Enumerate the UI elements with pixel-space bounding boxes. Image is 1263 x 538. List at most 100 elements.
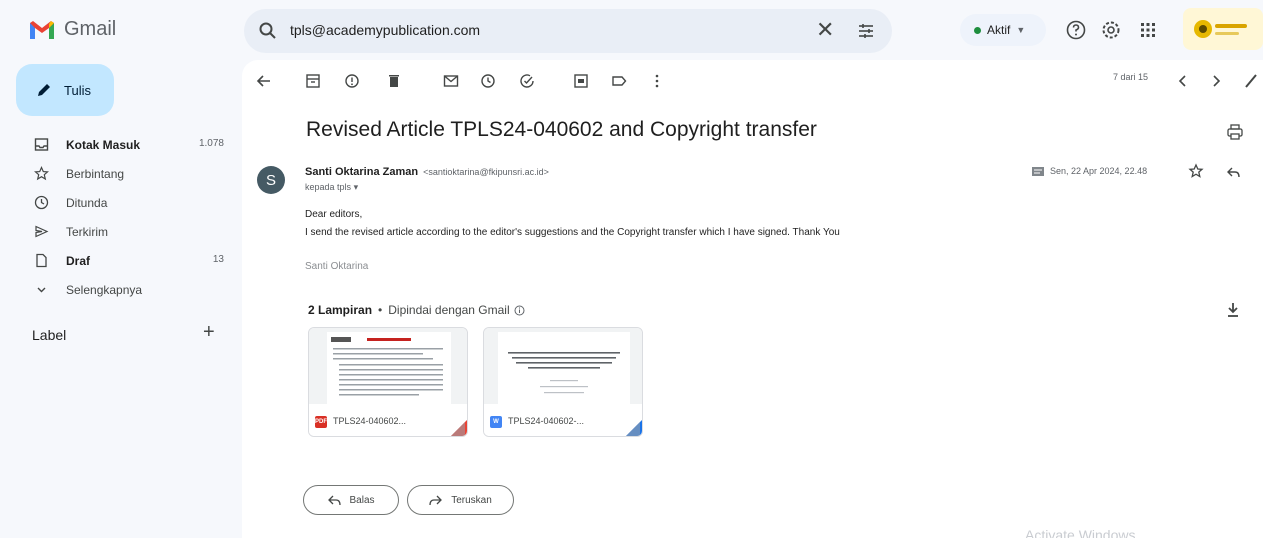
email-body-text: I send the revised article according to … [305,227,840,238]
sidebar-item-label: Kotak Masuk [66,137,141,152]
inbox-icon [34,138,49,151]
sidebar-item-more[interactable]: Selengkapnya [0,278,240,301]
move-to-icon[interactable] [572,72,590,90]
reply-icon[interactable] [1225,164,1241,180]
status-dot [974,26,981,34]
sender-info: Santi Oktarina Zaman <santioktarina@fkip… [305,166,549,178]
sidebar-item-label: Ditunda [66,195,108,210]
sidebar-item-label: Selengkapnya [66,282,143,297]
help-icon[interactable] [1065,19,1087,41]
date-text: Sen, 22 Apr 2024, 22.48 [1050,166,1148,176]
forward-button[interactable]: Teruskan [407,485,514,515]
star-icon [34,166,49,181]
expand-icon[interactable] [1243,72,1259,90]
label-icon[interactable] [610,72,628,90]
sidebar-item-label: Draf [66,253,91,268]
attachment-file-name: TPLS24-040602-... [508,416,585,426]
clear-search-icon[interactable]: ✕ [816,18,834,42]
clock-icon [34,195,49,210]
attachment-footer: PDF TPLS24-040602... [309,404,467,436]
pagination-text: 7 dari 15 [1113,72,1149,82]
document-thumbnail-icon [327,332,451,404]
compose-button[interactable]: Tulis [16,64,114,116]
attachment-indicator-icon [1032,166,1044,176]
archive-icon[interactable] [304,72,322,90]
activate-windows-watermark: Activate Windows [1025,527,1136,538]
recipient-details[interactable]: kepada tpls ▾ [305,182,358,193]
attachments-header: 2 Lampiran • Dipindai dengan Gmail [308,303,525,317]
attachment-card-doc[interactable]: W TPLS24-040602-... [483,327,643,437]
sender-email: <santioktarina@fkipunsri.ac.id> [423,167,549,177]
email-subject: Revised Article TPLS24-040602 and Copyri… [306,118,817,141]
gmail-logo[interactable]: Gmail [28,18,116,41]
send-icon [35,225,49,238]
sidebar-item-label: Terkirim [66,224,108,239]
sidebar-nav: Kotak Masuk 1.078 Berbintang Ditunda Ter… [0,133,240,307]
account-logo-icon [1194,20,1247,38]
compose-label: Tulis [64,82,91,98]
recipient-label: kepada tpls [305,182,352,192]
sender-avatar[interactable]: S [257,166,285,194]
app-name: Gmail [64,18,117,40]
delete-icon[interactable] [385,72,403,90]
attachment-preview [484,328,642,404]
email-body-greeting: Dear editors, [305,209,363,220]
scanned-label: Dipindai dengan Gmail [388,303,510,317]
gmail-logo-icon [30,20,54,39]
search-options-icon[interactable] [856,21,876,41]
newer-chevron-icon[interactable] [1174,72,1192,90]
sidebar-item-inbox[interactable]: Kotak Masuk 1.078 [0,133,240,156]
add-label-button[interactable]: + [203,322,215,342]
snooze-icon[interactable] [479,72,497,90]
sidebar-item-sent[interactable]: Terkirim [0,220,240,243]
settings-icon[interactable] [1100,19,1122,41]
chevron-down-icon: ▼ [1016,25,1026,35]
sidebar-item-starred[interactable]: Berbintang [0,162,240,185]
add-task-icon[interactable] [518,72,536,90]
word-file-icon: W [490,416,502,428]
account-avatar[interactable] [1183,8,1263,50]
separator: • [378,303,383,317]
sidebar-item-snoozed[interactable]: Ditunda [0,191,240,214]
search-input[interactable]: tpls@academypublication.com [290,22,480,38]
unread-count: 1.078 [198,138,224,149]
attachment-card-pdf[interactable]: PDF TPLS24-040602... [308,327,468,437]
attachment-preview [309,328,467,404]
info-icon[interactable] [514,305,525,316]
reply-icon [328,495,342,506]
pencil-icon [38,84,50,96]
sender-name[interactable]: Santi Oktarina Zaman [305,166,418,178]
back-arrow-icon[interactable] [255,72,273,90]
forward-icon [429,495,443,506]
draft-count: 13 [212,254,224,265]
more-options-icon[interactable] [648,72,666,90]
download-all-icon[interactable] [1226,302,1240,318]
print-icon[interactable] [1226,123,1244,141]
caret-down-icon: ▾ [353,182,359,192]
labels-heading: Label [32,327,67,343]
mark-unread-icon[interactable] [442,72,460,90]
draft-icon [36,253,47,268]
email-signature: Santi Oktarina [305,261,369,272]
older-chevron-icon[interactable] [1207,72,1225,90]
reply-button[interactable]: Balas [303,485,399,515]
report-spam-icon[interactable] [343,72,361,90]
sidebar-item-drafts[interactable]: Draf 13 [0,249,240,272]
reply-label: Balas [349,494,375,506]
attachment-footer: W TPLS24-040602-... [484,404,642,436]
file-corner-icon [451,420,467,436]
star-toggle-icon[interactable] [1188,163,1204,179]
search-bar[interactable]: tpls@academypublication.com ✕ [244,9,892,53]
status-label: Aktif [987,23,1011,37]
file-corner-icon [626,420,642,436]
document-thumbnail-icon [498,332,630,404]
email-date: Sen, 22 Apr 2024, 22.48 [1032,166,1147,176]
attachments-count: 2 Lampiran [308,303,373,317]
apps-grid-icon[interactable] [1137,19,1159,41]
search-icon[interactable] [258,21,278,41]
chevron-down-icon [37,287,46,293]
status-selector[interactable]: Aktif ▼ [960,14,1046,46]
forward-label: Teruskan [451,494,492,506]
attachment-file-name: TPLS24-040602... [333,416,407,426]
pdf-file-icon: PDF [315,416,327,428]
